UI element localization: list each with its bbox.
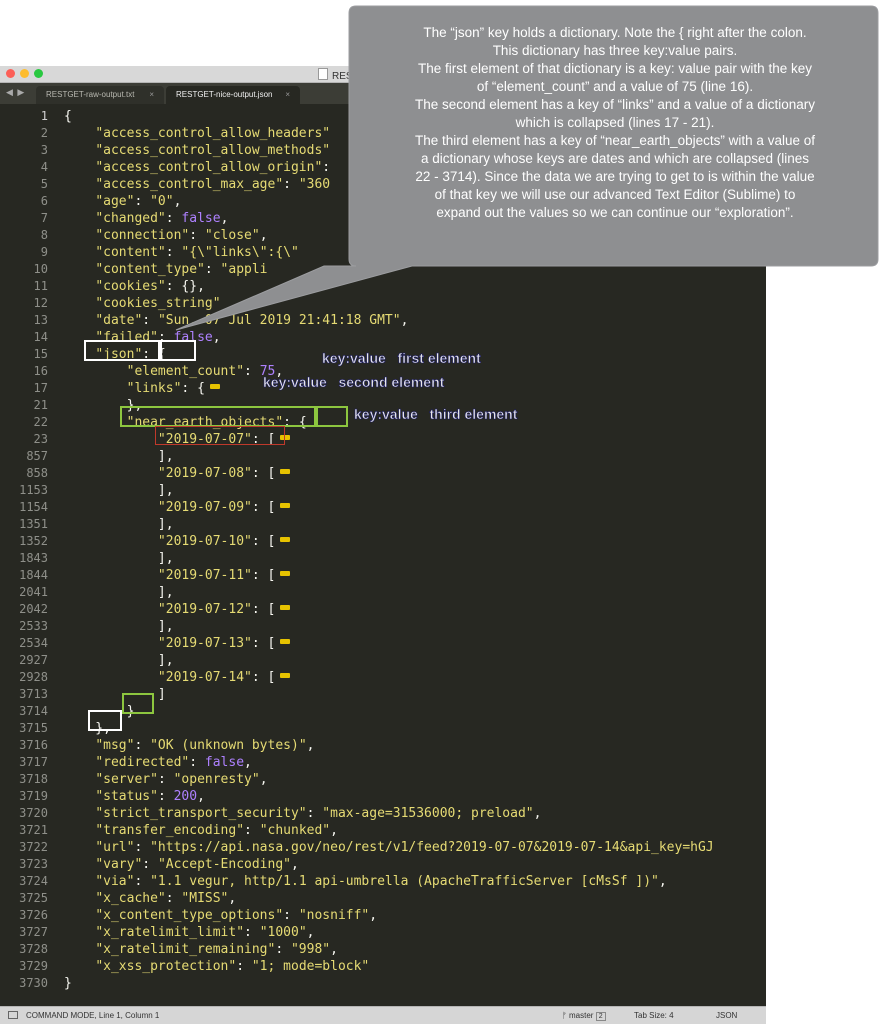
callout-line: a dictionary whose keys are dates and wh… xyxy=(421,151,809,166)
callout-line: The second element has a key of “links” … xyxy=(415,97,815,112)
callout-text: The “json” key holds a dictionary. Note … xyxy=(352,24,878,222)
callout-line: The third element has a key of “near_ear… xyxy=(415,133,815,148)
callout-line: which is collapsed (lines 17 - 21). xyxy=(515,115,715,130)
callout-line: The “json” key holds a dictionary. Note … xyxy=(423,25,807,40)
callout-line: 22 - 3714). Since the data we are trying… xyxy=(415,169,815,184)
callout-line: expand out the values so we can continue… xyxy=(436,205,794,220)
callout-line: of that key we will use our advanced Tex… xyxy=(434,187,796,202)
callout-line: This dictionary has three key:value pair… xyxy=(492,43,738,58)
callout-line: The first element of that dictionary is … xyxy=(418,61,812,76)
callout-line: of “element_count” and a value of 75 (li… xyxy=(476,79,754,94)
